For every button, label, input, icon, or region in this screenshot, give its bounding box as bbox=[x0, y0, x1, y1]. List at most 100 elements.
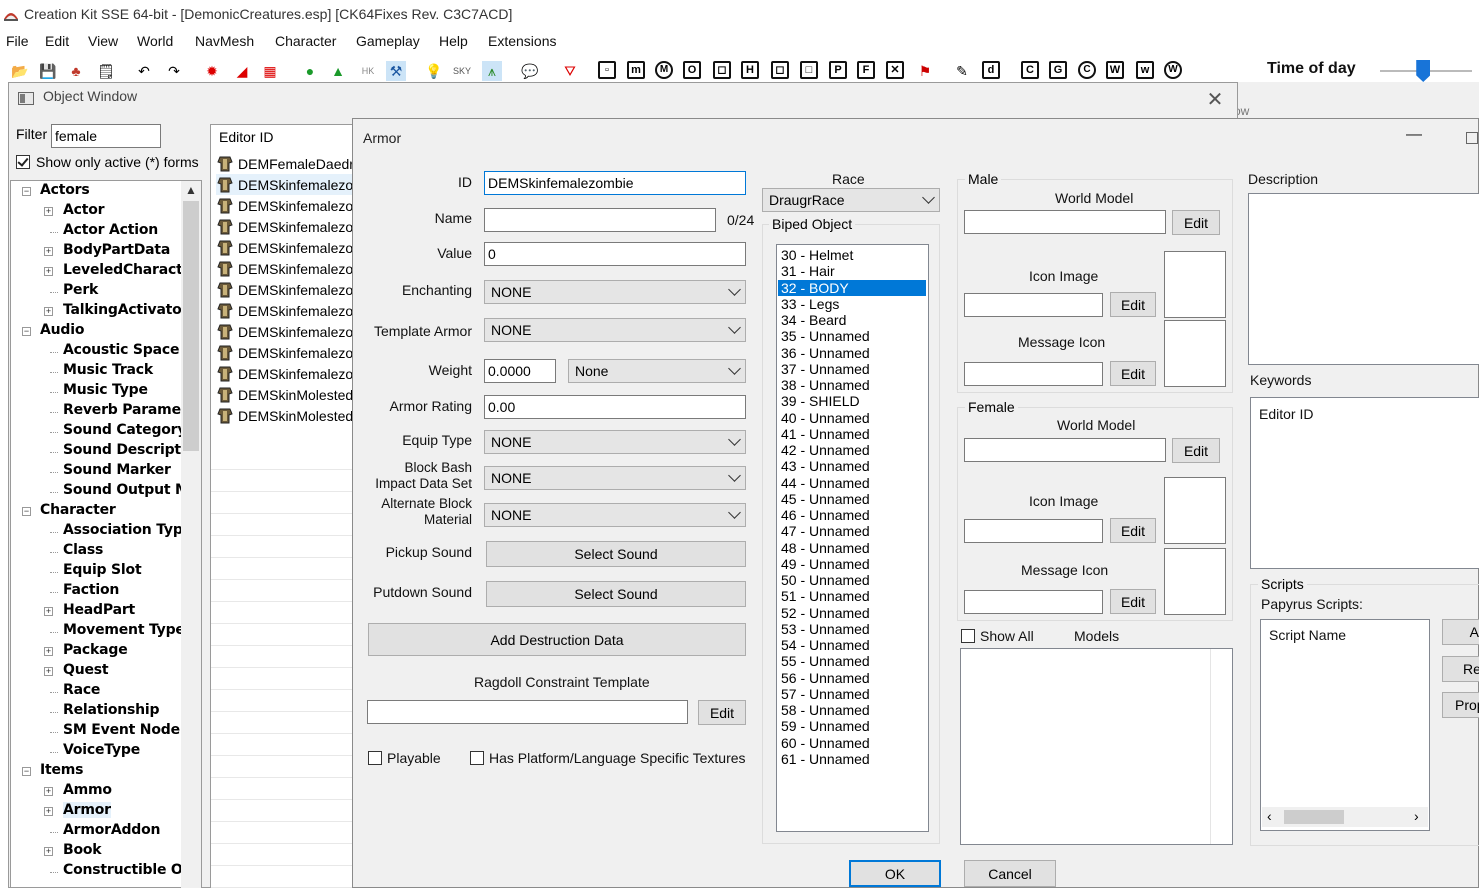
biped-slot-item[interactable]: 35 - Unnamed bbox=[778, 328, 926, 344]
table-row[interactable]: DEMSkinMolested2 bbox=[216, 384, 353, 405]
tree-item-actor-action[interactable]: Actor Action bbox=[63, 222, 158, 238]
table-row[interactable]: DEMSkinfemalezombie bbox=[216, 237, 353, 258]
male-message-icon-input[interactable] bbox=[964, 362, 1103, 386]
biped-slot-item[interactable]: 43 - Unnamed bbox=[778, 458, 926, 474]
marker-c-circle-icon[interactable]: C bbox=[1078, 61, 1096, 79]
maximize-icon[interactable] bbox=[1466, 132, 1478, 144]
tree-scrollbar[interactable]: ▲ bbox=[181, 181, 201, 888]
tree-item-sound-descripto[interactable]: Sound Descripto bbox=[63, 442, 181, 458]
undo-icon[interactable]: ↶ bbox=[134, 61, 154, 81]
marker-c-icon[interactable]: C bbox=[1021, 61, 1039, 79]
biped-slot-item[interactable]: 46 - Unnamed bbox=[778, 507, 926, 523]
name-input[interactable] bbox=[484, 208, 716, 232]
tree-item-armor[interactable]: Armor bbox=[63, 802, 111, 818]
armor-rating-input[interactable]: 0.00 bbox=[484, 395, 746, 419]
collapse-icon[interactable]: − bbox=[22, 767, 31, 776]
menu-file[interactable]: File bbox=[6, 33, 29, 49]
id-input[interactable]: DEMSkinfemalezombie bbox=[484, 171, 746, 195]
collision-icon[interactable]: ⚒ bbox=[386, 61, 406, 81]
cube-icon[interactable]: ▫ bbox=[598, 61, 616, 79]
table-row[interactable]: DEMSkinfemalezombie bbox=[216, 300, 353, 321]
biped-slot-item[interactable]: 58 - Unnamed bbox=[778, 702, 926, 718]
biped-slot-item[interactable]: 41 - Unnamed bbox=[778, 426, 926, 442]
male-world-model-input[interactable] bbox=[964, 210, 1166, 234]
template-armor-select[interactable]: NONE bbox=[484, 318, 746, 342]
marker-o-icon[interactable]: O bbox=[683, 61, 701, 79]
marker-square-icon[interactable]: □ bbox=[800, 61, 818, 79]
preferences-icon[interactable]: 🗒 bbox=[96, 61, 116, 81]
tree-item-relationship[interactable]: Relationship bbox=[63, 702, 160, 718]
menu-character[interactable]: Character bbox=[275, 33, 336, 49]
biped-slot-item[interactable]: 56 - Unnamed bbox=[778, 670, 926, 686]
tree-item-character[interactable]: Character bbox=[40, 502, 116, 518]
expand-icon[interactable]: + bbox=[44, 807, 53, 816]
biped-slot-item[interactable]: 33 - Legs bbox=[778, 296, 926, 312]
tree-item-leveledcharacte[interactable]: LeveledCharacte bbox=[63, 262, 181, 278]
expand-icon[interactable]: + bbox=[44, 787, 53, 796]
expand-icon[interactable]: + bbox=[44, 307, 53, 316]
race-select[interactable]: DraugrRace bbox=[762, 188, 940, 212]
tree-item-sound-marker[interactable]: Sound Marker bbox=[63, 462, 171, 478]
cancel-button[interactable]: Cancel bbox=[964, 860, 1056, 887]
navmesh-icon[interactable]: ⛛ bbox=[560, 61, 580, 81]
menu-navmesh[interactable]: NavMesh bbox=[195, 33, 254, 49]
tree-item-equip-slot[interactable]: Equip Slot bbox=[63, 562, 142, 578]
expand-icon[interactable]: + bbox=[44, 207, 53, 216]
biped-slot-item[interactable]: 54 - Unnamed bbox=[778, 637, 926, 653]
cube-outline-icon[interactable]: ◻ bbox=[713, 61, 731, 79]
menu-world[interactable]: World bbox=[137, 33, 173, 49]
tree-item-faction[interactable]: Faction bbox=[63, 582, 119, 598]
biped-slot-item[interactable]: 49 - Unnamed bbox=[778, 556, 926, 572]
playable-checkbox[interactable] bbox=[368, 751, 382, 765]
biped-slot-item[interactable]: 47 - Unnamed bbox=[778, 523, 926, 539]
tree-item-headpart[interactable]: HeadPart bbox=[63, 602, 135, 618]
show-all-checkbox[interactable] bbox=[961, 629, 975, 643]
table-row[interactable]: DEMSkinMolested2 bbox=[216, 405, 353, 426]
ragdoll-edit-button[interactable]: Edit bbox=[698, 700, 746, 725]
biped-slot-item[interactable]: 61 - Unnamed bbox=[778, 751, 926, 767]
add-destruction-data-button[interactable]: Add Destruction Data bbox=[368, 623, 746, 656]
menu-view[interactable]: View bbox=[88, 33, 118, 49]
biped-slot-item[interactable]: 32 - BODY bbox=[778, 279, 926, 296]
female-world-model-edit-button[interactable]: Edit bbox=[1172, 438, 1220, 463]
tree-item-race[interactable]: Race bbox=[63, 682, 100, 698]
ok-button[interactable]: OK bbox=[849, 860, 941, 887]
tree-item-sound-category[interactable]: Sound Category bbox=[63, 422, 181, 438]
marker-w-icon[interactable]: W bbox=[1106, 61, 1124, 79]
tree-item-audio[interactable]: Audio bbox=[40, 322, 84, 338]
portal-icon[interactable]: ⚑ bbox=[915, 61, 935, 81]
tree-item-music-type[interactable]: Music Type bbox=[63, 382, 148, 398]
collapse-icon[interactable]: − bbox=[22, 327, 31, 336]
minimize-icon[interactable]: — bbox=[1406, 126, 1422, 144]
marker-m-icon[interactable]: m bbox=[627, 61, 645, 79]
biped-slot-item[interactable]: 48 - Unnamed bbox=[778, 540, 926, 556]
keywords-list[interactable] bbox=[1250, 397, 1479, 569]
scripts-hscrollbar-thumb[interactable] bbox=[1284, 810, 1344, 824]
models-list[interactable] bbox=[960, 648, 1233, 845]
male-icon-image-edit-button[interactable]: Edit bbox=[1110, 292, 1156, 317]
table-row[interactable]: DEMSkinfemalezombie bbox=[216, 216, 353, 237]
tree-item-book[interactable]: Book bbox=[63, 842, 102, 858]
tree-item-actors[interactable]: Actors bbox=[40, 182, 90, 198]
menu-extensions[interactable]: Extensions bbox=[488, 33, 556, 49]
alternate-block-select[interactable]: NONE bbox=[484, 503, 746, 527]
table-row[interactable]: DEMFemaleDaedra bbox=[216, 153, 353, 174]
female-world-model-input[interactable] bbox=[964, 438, 1166, 462]
sky-icon[interactable]: SKY bbox=[452, 61, 472, 81]
remove-script-button[interactable]: Re bbox=[1442, 656, 1479, 682]
biped-slot-item[interactable]: 45 - Unnamed bbox=[778, 491, 926, 507]
biped-slot-item[interactable]: 36 - Unnamed bbox=[778, 345, 926, 361]
data-files-icon[interactable]: ♣ bbox=[66, 61, 86, 81]
biped-slot-item[interactable]: 34 - Beard bbox=[778, 312, 926, 328]
expand-icon[interactable]: + bbox=[44, 607, 53, 616]
male-message-icon-edit-button[interactable]: Edit bbox=[1110, 361, 1156, 386]
tree-item-acoustic-space[interactable]: Acoustic Space bbox=[63, 342, 179, 358]
biped-slot-item[interactable]: 31 - Hair bbox=[778, 263, 926, 279]
light-bulb-icon[interactable]: 💡 bbox=[424, 61, 444, 81]
weight-type-select[interactable]: None bbox=[568, 359, 746, 383]
collapse-icon[interactable]: − bbox=[22, 507, 31, 516]
biped-slot-item[interactable]: 30 - Helmet bbox=[778, 247, 926, 263]
weight-input[interactable]: 0.0000 bbox=[484, 359, 556, 383]
menu-edit[interactable]: Edit bbox=[45, 33, 69, 49]
filter-input[interactable] bbox=[51, 124, 161, 148]
